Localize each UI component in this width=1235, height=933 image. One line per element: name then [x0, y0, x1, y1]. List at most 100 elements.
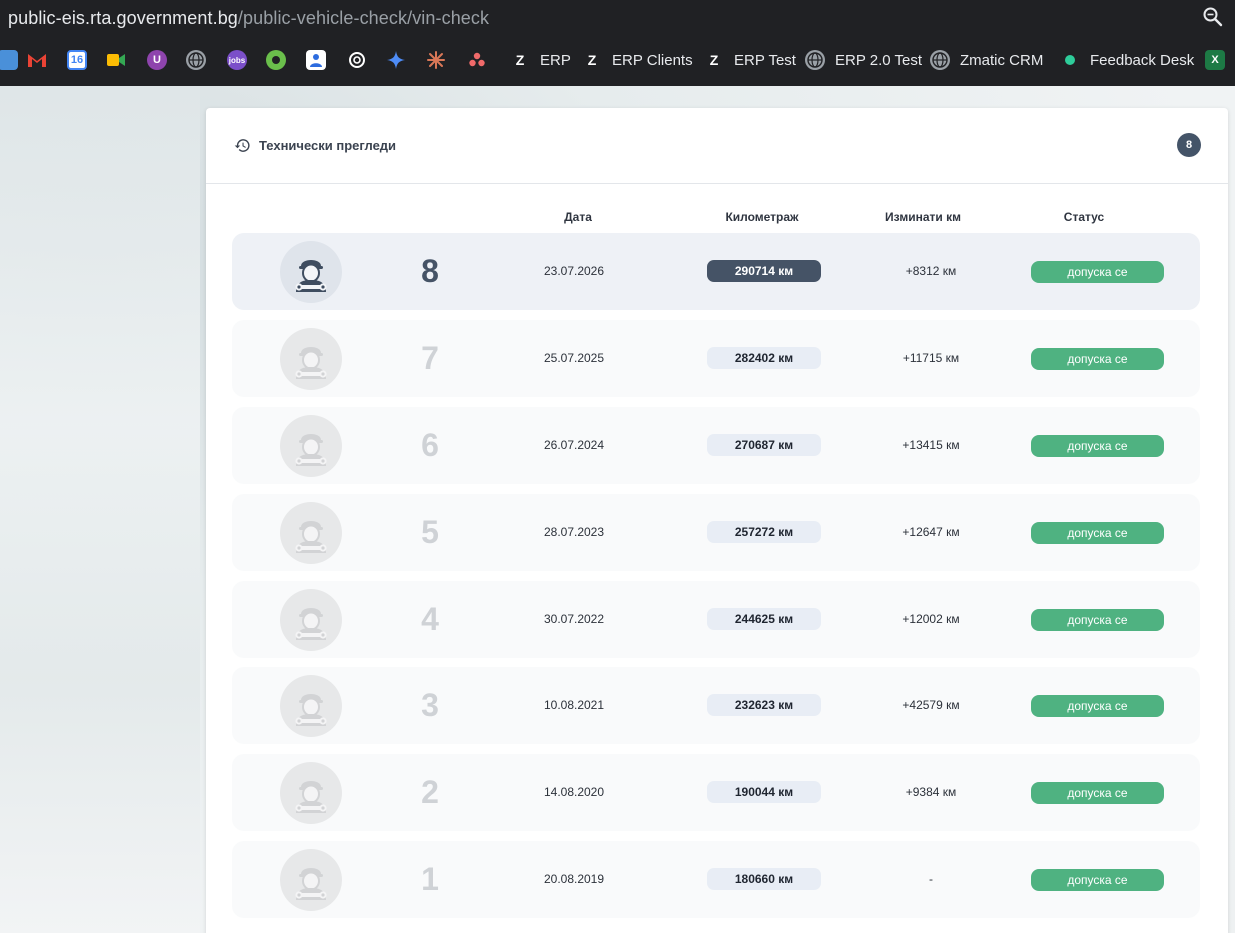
- mechanic-avatar: [280, 502, 342, 564]
- column-header-status: Статус: [1063, 210, 1105, 224]
- bookmark-label: ERP: [540, 51, 571, 69]
- bookmark-item[interactable]: [27, 50, 57, 70]
- bookmark-item[interactable]: Z ERP Test: [704, 50, 796, 70]
- bookmark-item[interactable]: [306, 50, 336, 70]
- globe-icon: [186, 50, 206, 70]
- excel-icon: X: [1205, 50, 1225, 70]
- inspection-date: 20.08.2019: [543, 872, 605, 886]
- google-calendar-icon: 16: [67, 50, 87, 70]
- url-host: public-eis.rta.government.bg: [8, 7, 238, 28]
- mechanic-avatar: [280, 849, 342, 911]
- mechanic-icon: [295, 694, 327, 726]
- inspection-number-text: 8: [421, 253, 439, 289]
- column-header-date: Дата: [564, 210, 592, 224]
- bookmark-item[interactable]: [186, 50, 216, 70]
- mechanic-avatar: [280, 241, 342, 303]
- inspection-row[interactable]: 2 14.08.2020 190044 км +9384 км допуска се: [232, 754, 1200, 831]
- mechanic-icon: [295, 868, 327, 900]
- bookmark-item[interactable]: Zmatic CRM: [930, 50, 1043, 70]
- claude-icon: [426, 50, 446, 70]
- inspection-row[interactable]: 5 28.07.2023 257272 км +12647 км допуска се: [232, 494, 1200, 571]
- inspection-number-text: 3: [421, 687, 439, 723]
- inspection-date: 26.07.2024: [543, 438, 605, 452]
- bookmark-item[interactable]: [386, 50, 416, 70]
- bookmark-item[interactable]: 16: [67, 50, 97, 70]
- inspection-row[interactable]: 4 30.07.2022 244625 км +12002 км допуска се: [232, 581, 1200, 658]
- bookmark-item[interactable]: [426, 50, 456, 70]
- bookmark-item[interactable]: X: [1205, 50, 1235, 70]
- km-driven: +42579 км: [902, 698, 960, 712]
- bookmark-item[interactable]: U: [147, 50, 177, 70]
- bookmark-item[interactable]: [266, 50, 296, 70]
- bookmark-label: Zmatic CRM: [960, 51, 1044, 69]
- column-header-mileage: Километраж: [725, 210, 799, 224]
- mechanic-icon: [295, 434, 327, 466]
- mechanic-icon: [295, 260, 327, 292]
- km-driven: +12002 км: [902, 612, 960, 626]
- column-header-km-driven: Изминати км: [885, 210, 961, 224]
- mechanic-icon: [295, 781, 327, 813]
- address-bar[interactable]: public-eis.rta.government.bg/public-vehi…: [0, 0, 1235, 36]
- status-badge: допуска се: [1031, 782, 1164, 804]
- bookmark-item[interactable]: [347, 50, 377, 70]
- km-driven: +9384 км: [905, 785, 957, 799]
- inspection-row[interactable]: 3 10.08.2021 232623 км +42579 км допуска се: [232, 667, 1200, 744]
- gemini-icon: [386, 50, 406, 70]
- bookmark-item[interactable]: [106, 50, 136, 70]
- bookmark-item[interactable]: ERP 2.0 Test: [805, 50, 922, 70]
- inspections-card: Технически прегледи 8 Дата Километраж Из…: [206, 108, 1228, 933]
- km-driven: -: [929, 872, 933, 886]
- bookmark-label: ERP Test: [734, 51, 796, 69]
- bookmark-item[interactable]: [467, 50, 497, 70]
- inspection-date: 30.07.2022: [543, 612, 605, 626]
- mileage-pill: 190044 км: [707, 781, 821, 803]
- mechanic-icon: [295, 347, 327, 379]
- inspection-date: 10.08.2021: [543, 698, 605, 712]
- inspection-row[interactable]: 1 20.08.2019 180660 км - допуска се: [232, 841, 1200, 918]
- mileage-pill: 290714 км: [707, 260, 821, 282]
- url-text[interactable]: public-eis.rta.government.bg/public-vehi…: [0, 8, 489, 29]
- status-badge: допуска се: [1031, 435, 1164, 457]
- url-path: /public-vehicle-check/vin-check: [237, 7, 490, 28]
- bookmark-item[interactable]: [0, 50, 28, 70]
- partial-app-icon: [0, 50, 18, 70]
- inspection-date: 14.08.2020: [543, 785, 605, 799]
- inspection-number-text: 4: [421, 601, 439, 637]
- km-driven: +8312 км: [905, 264, 957, 278]
- status-badge: допуска се: [1031, 348, 1164, 370]
- google-meet-icon: [106, 50, 126, 70]
- bookmark-label: ERP 2.0 Test: [835, 51, 922, 69]
- globe-icon: [805, 50, 825, 70]
- inspections-count-badge: 8: [1177, 133, 1201, 157]
- mileage-pill: 270687 км: [707, 434, 821, 456]
- bookmark-item[interactable]: Z ERP: [510, 50, 571, 70]
- status-badge: допуска се: [1031, 522, 1164, 544]
- mileage-pill: 180660 км: [707, 868, 821, 890]
- bookmark-item[interactable]: Z ERP Clients: [582, 50, 693, 70]
- bookmark-label: Feedback Desk: [1090, 51, 1195, 69]
- status-badge: допуска се: [1031, 695, 1164, 717]
- mileage-pill: 244625 км: [707, 608, 821, 630]
- jobs-icon: jobs: [227, 50, 247, 70]
- mechanic-icon: [295, 521, 327, 553]
- bookmark-item[interactable]: jobs: [227, 50, 257, 70]
- card-title-text: Технически прегледи: [259, 138, 397, 153]
- status-badge: допуска се: [1031, 869, 1164, 891]
- km-driven: +11715 км: [902, 351, 960, 365]
- inspection-row[interactable]: 7 25.07.2025 282402 км +11715 км допуска се: [232, 320, 1200, 397]
- zmatic-icon: Z: [515, 52, 525, 68]
- bookmark-item[interactable]: Feedback Desk: [1060, 50, 1194, 70]
- zoom-icon[interactable]: [1201, 5, 1225, 29]
- card-header: Технически прегледи 8: [206, 108, 1228, 184]
- km-driven: +13415 км: [902, 438, 960, 452]
- mechanic-icon: [295, 608, 327, 640]
- mechanic-avatar: [280, 675, 342, 737]
- inspection-number-text: 7: [421, 340, 439, 376]
- inspection-date: 25.07.2025: [543, 351, 605, 365]
- profile-app-icon: [306, 50, 326, 70]
- asana-icon: [467, 50, 487, 70]
- inspection-row[interactable]: 8 23.07.2026 290714 км +8312 км допуска се: [232, 233, 1200, 310]
- card-title: Технически прегледи: [234, 137, 396, 154]
- inspection-row[interactable]: 6 26.07.2024 270687 км +13415 км допуска се: [232, 407, 1200, 484]
- inspection-date: 23.07.2026: [543, 264, 605, 278]
